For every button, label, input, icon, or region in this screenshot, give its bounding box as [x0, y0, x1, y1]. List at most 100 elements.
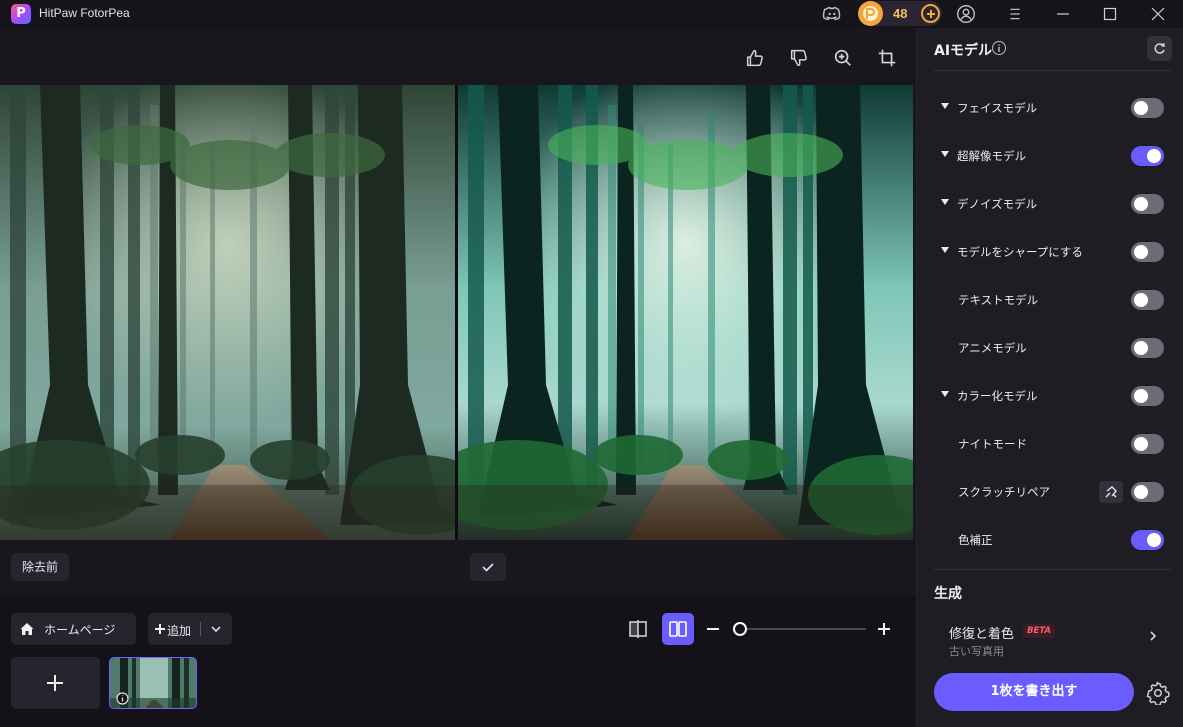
refresh-icon — [1154, 42, 1165, 54]
model-row[interactable]: ナイトモード — [917, 420, 1183, 468]
model-toggle[interactable] — [1131, 434, 1164, 454]
zoom-slider-handle[interactable] — [733, 622, 747, 636]
model-toggle[interactable] — [1131, 530, 1164, 550]
add-credits-icon[interactable] — [921, 4, 940, 23]
model-toggle[interactable] — [1131, 290, 1164, 310]
model-toggle[interactable] — [1131, 194, 1164, 214]
model-toggle[interactable] — [1131, 98, 1164, 118]
panel-divider — [934, 70, 1171, 71]
generate-heading: 生成 — [934, 586, 962, 602]
close-icon[interactable] — [1147, 3, 1169, 25]
credit-count: 48 — [893, 6, 908, 21]
model-row[interactable]: テキストモデル — [917, 276, 1183, 324]
model-label: デノイズモデル — [957, 197, 1038, 211]
model-row[interactable]: 超解像モデル — [917, 132, 1183, 180]
toggle-knob — [1134, 485, 1148, 499]
chevron-down-icon[interactable] — [210, 624, 222, 634]
title-bar: P HitPaw FotorPea 48 — [0, 0, 1183, 28]
toggle-knob — [1134, 437, 1148, 451]
model-label: スクラッチリペア — [958, 485, 1050, 499]
model-row[interactable]: デノイズモデル — [917, 180, 1183, 228]
model-label: カラー化モデル — [957, 389, 1038, 403]
model-label: アニメモデル — [958, 341, 1027, 355]
expand-arrow-icon[interactable] — [941, 391, 949, 397]
model-label: 超解像モデル — [957, 149, 1026, 163]
preview-area: 除去前 — [0, 28, 916, 597]
model-row[interactable]: カラー化モデル — [917, 372, 1183, 420]
model-label: ナイトモード — [958, 437, 1027, 451]
zoom-in-icon[interactable] — [832, 47, 854, 69]
ai-model-panel: AIモデル フェイスモデル 超解像モデル デノイズモデルモデルをシャープにする テキス… — [916, 28, 1183, 727]
split-view-button[interactable] — [622, 613, 654, 645]
info-icon[interactable] — [992, 41, 1006, 55]
zoom-out-icon[interactable] — [706, 622, 720, 636]
restore-colorize-item[interactable]: 修復と着色 BETA 古い写真用 — [934, 613, 1171, 663]
home-icon — [20, 623, 34, 635]
before-label-button[interactable]: 除去前 — [11, 553, 69, 581]
before-image[interactable] — [0, 85, 455, 540]
panel-divider — [934, 569, 1171, 570]
model-row[interactable]: アニメモデル — [917, 324, 1183, 372]
model-row[interactable]: スクラッチリペア — [917, 468, 1183, 516]
add-button[interactable]: 追加 — [148, 613, 232, 645]
expand-arrow-icon[interactable] — [941, 247, 949, 253]
thumbs-up-icon[interactable] — [744, 47, 766, 69]
info-icon[interactable] — [116, 692, 129, 705]
toggle-knob — [1134, 197, 1148, 211]
model-toggle[interactable] — [1131, 482, 1164, 502]
toggle-knob — [1134, 341, 1148, 355]
refresh-button[interactable] — [1147, 36, 1172, 61]
minimize-icon[interactable] — [1052, 3, 1074, 25]
scratch-brush-button[interactable] — [1099, 481, 1123, 503]
toggle-knob — [1147, 533, 1161, 547]
toggle-knob — [1134, 293, 1148, 307]
model-toggle[interactable] — [1131, 338, 1164, 358]
home-button[interactable]: ホームページ — [11, 613, 136, 645]
menu-icon[interactable] — [1004, 3, 1026, 25]
toggle-knob — [1134, 245, 1148, 259]
brush-icon — [1105, 486, 1117, 498]
model-label: フェイスモデル — [957, 101, 1038, 115]
side-by-side-button[interactable] — [662, 613, 694, 645]
add-separator — [200, 622, 201, 636]
toggle-knob — [1147, 149, 1161, 163]
expand-arrow-icon[interactable] — [941, 199, 949, 205]
panel-heading: AIモデル — [934, 43, 993, 59]
beta-badge: BETA — [1023, 624, 1056, 638]
zoom-in-plus-icon[interactable] — [877, 622, 891, 636]
crop-icon[interactable] — [876, 47, 898, 69]
generate-item-title: 修復と着色 — [949, 627, 1015, 642]
settings-gear-icon[interactable] — [1146, 681, 1170, 705]
app-title: HitPaw FotorPea — [39, 6, 130, 20]
expand-arrow-icon[interactable] — [941, 103, 949, 109]
model-row[interactable]: 色補正 — [917, 516, 1183, 564]
plus-icon — [47, 675, 63, 691]
after-confirm-button[interactable] — [470, 553, 506, 581]
model-label: 色補正 — [958, 533, 993, 547]
model-toggle[interactable] — [1131, 386, 1164, 406]
thumbs-down-icon[interactable] — [788, 47, 810, 69]
zoom-slider-track[interactable] — [740, 628, 866, 630]
user-icon[interactable] — [955, 3, 977, 25]
expand-arrow-icon[interactable] — [941, 151, 949, 157]
model-toggle[interactable] — [1131, 242, 1164, 262]
toggle-knob — [1134, 389, 1148, 403]
app-logo-icon: P — [11, 4, 31, 24]
add-label: 追加 — [167, 624, 192, 638]
model-row[interactable]: フェイスモデル — [917, 84, 1183, 132]
model-row[interactable]: モデルをシャープにする — [917, 228, 1183, 276]
home-label: ホームページ — [44, 623, 116, 637]
export-button[interactable]: 1枚を書き出す — [934, 673, 1134, 711]
split-view-icon — [629, 620, 647, 638]
discord-icon[interactable] — [821, 3, 843, 25]
coin-icon — [858, 1, 883, 26]
model-toggle[interactable] — [1131, 146, 1164, 166]
generate-item-subtitle: 古い写真用 — [949, 645, 1004, 658]
image-thumbnail[interactable] — [109, 657, 197, 709]
add-image-button[interactable] — [11, 657, 100, 709]
maximize-icon[interactable] — [1099, 3, 1121, 25]
check-icon — [482, 563, 494, 572]
bottom-bar: ホームページ 追加 — [0, 597, 916, 727]
credits-display[interactable]: 48 — [858, 1, 942, 26]
after-image[interactable] — [458, 85, 913, 540]
